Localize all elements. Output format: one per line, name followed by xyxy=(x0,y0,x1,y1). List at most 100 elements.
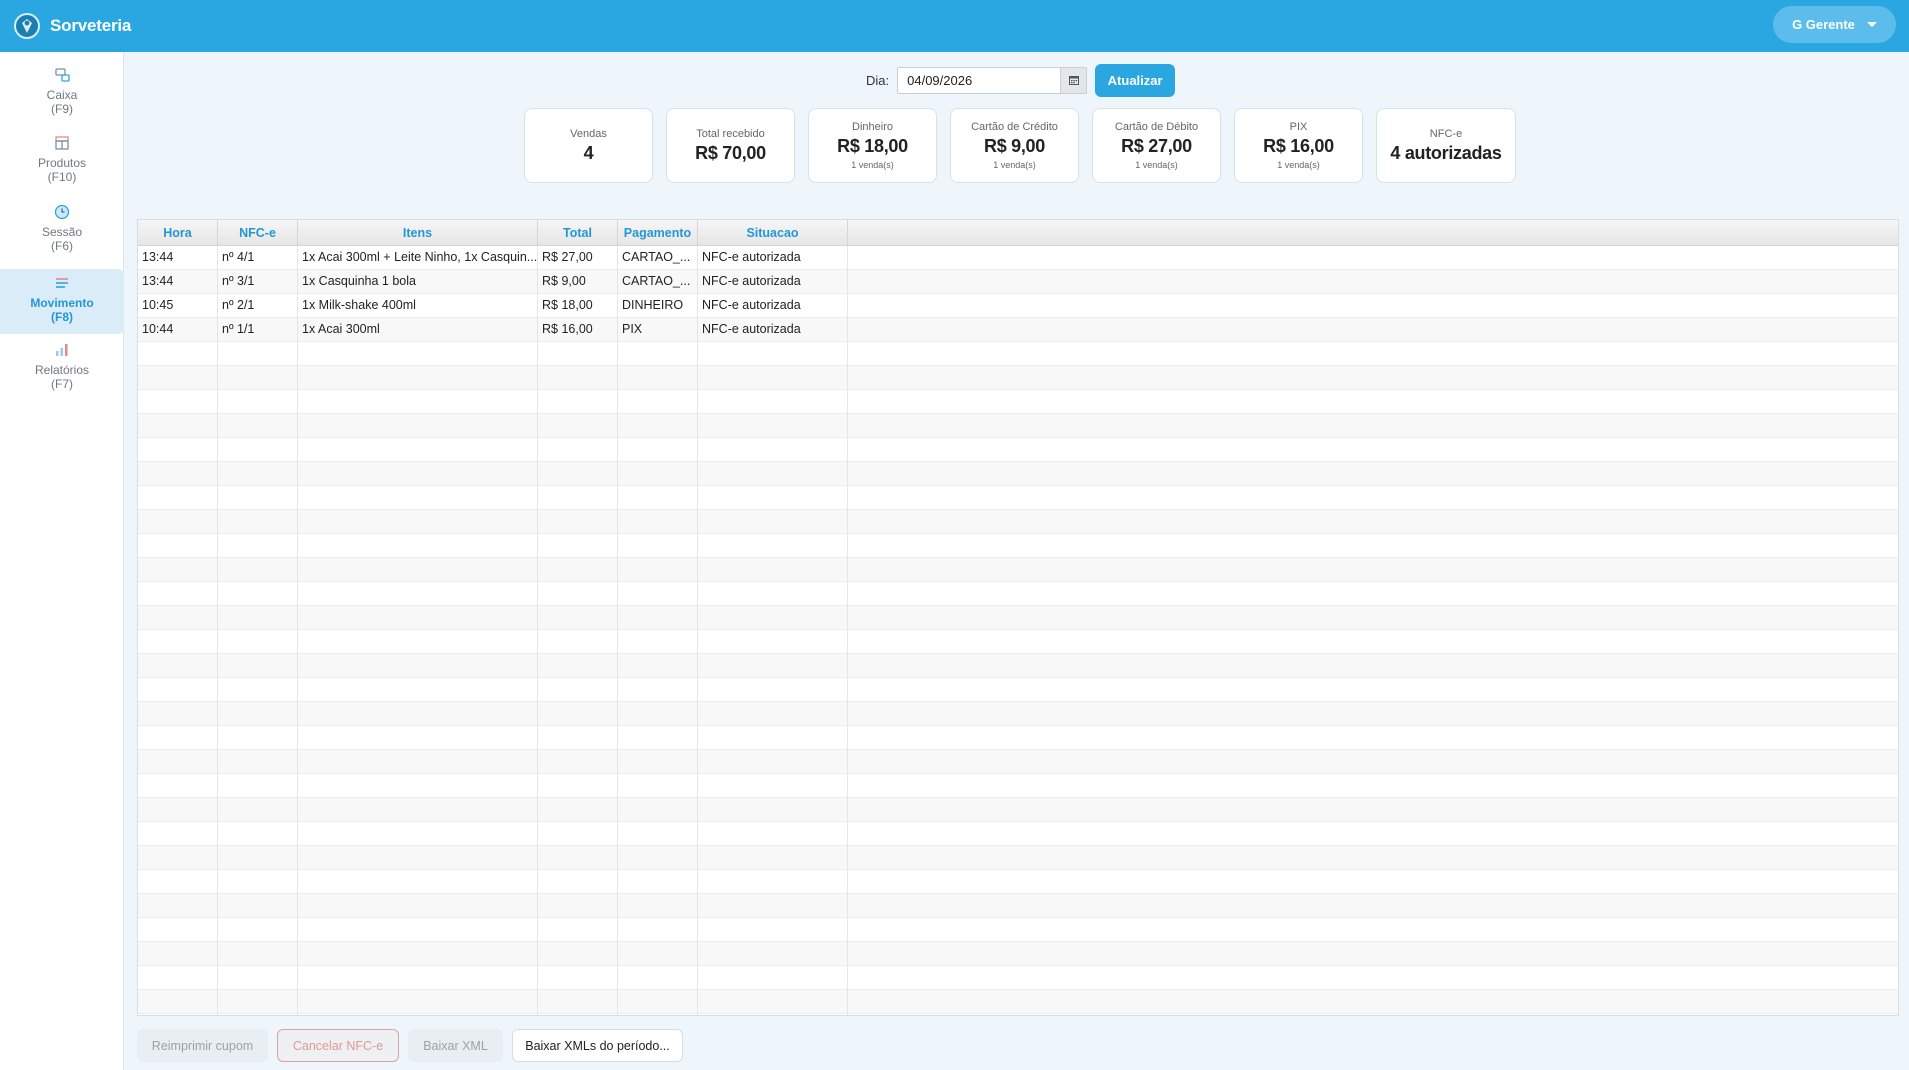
sidebar-item-label: Movimento xyxy=(30,296,94,310)
table-row xyxy=(138,894,1898,918)
sidebar-item-produtos[interactable]: Produtos (F10) xyxy=(0,134,124,194)
table-cell: 1x Acai 300ml + Leite Ninho, 1x Casquin.… xyxy=(302,250,538,264)
card-value: R$ 70,00 xyxy=(695,142,766,163)
card-label: NFC-e xyxy=(1429,127,1463,140)
table-cell: NFC-e autorizada xyxy=(702,274,801,288)
summary-card-pix: PIX R$ 16,00 1 venda(s) xyxy=(1234,108,1363,183)
table-row xyxy=(138,798,1898,822)
table-row xyxy=(138,558,1898,582)
date-input[interactable] xyxy=(898,67,1061,93)
table-row xyxy=(138,366,1898,390)
card-value: R$ 27,00 xyxy=(1121,136,1192,156)
date-label: Dia: xyxy=(866,72,890,88)
products-icon xyxy=(55,136,69,150)
sidebar-item-shortcut: (F9) xyxy=(51,102,73,116)
column-header-total[interactable]: Total xyxy=(538,220,618,246)
card-label: Cartão de Crédito xyxy=(971,121,1058,133)
download-xml-button[interactable]: Baixar XML xyxy=(408,1029,503,1062)
brand-logo-icon xyxy=(14,13,40,39)
table-row[interactable]: 13:44 nº 4/1 1x Acai 300ml + Leite Ninho, … xyxy=(138,246,1898,270)
sidebar-item-shortcut: (F8) xyxy=(51,310,73,324)
table-cell: 13:44 xyxy=(142,250,174,264)
column-header-situacao[interactable]: Situacao xyxy=(698,220,848,246)
column-header-pagamento[interactable]: Pagamento xyxy=(618,220,698,246)
sidebar-item-relatorios[interactable]: Relatórios (F7) xyxy=(0,341,124,401)
table-row[interactable]: 10:44 nº 1/1 1x Acai 300ml R$ 16,00 PIX NFC-e… xyxy=(138,318,1898,342)
refresh-button[interactable]: Atualizar xyxy=(1095,63,1176,97)
column-divider xyxy=(847,246,848,1015)
chevron-down-icon xyxy=(1866,22,1877,27)
action-bar: Reimprimir cupom Cancelar NFC-e Baixar X… xyxy=(137,1029,692,1062)
card-label: Total recebido xyxy=(696,127,765,140)
table-row xyxy=(138,870,1898,894)
card-subtext: 1 venda(s) xyxy=(993,160,1036,170)
table-cell: NFC-e autorizada xyxy=(702,322,801,336)
table-row xyxy=(138,678,1898,702)
sidebar-item-sessao[interactable]: Sessão (F6) xyxy=(0,203,124,263)
sidebar-item-label: Caixa xyxy=(46,88,78,102)
column-divider xyxy=(697,246,698,1015)
column-header-itens[interactable]: Itens xyxy=(298,220,538,246)
download-period-xmls-button[interactable]: Baixar XMLs do período... xyxy=(512,1029,683,1062)
table-cell: nº 2/1 xyxy=(222,298,255,312)
table-cell: CARTAO_... xyxy=(622,250,691,264)
sidebar-item-shortcut: (F7) xyxy=(51,377,73,391)
user-menu-button[interactable]: G Gerente xyxy=(1773,6,1896,43)
table-row xyxy=(138,990,1898,1014)
table-row xyxy=(138,390,1898,414)
card-label: Dinheiro xyxy=(852,121,893,133)
table-row[interactable]: 10:45 nº 2/1 1x Milk-shake 400ml R$ 18,00 DI… xyxy=(138,294,1898,318)
summary-card-dinheiro: Dinheiro R$ 18,00 1 venda(s) xyxy=(808,108,937,183)
date-filter: Dia: Atualizar xyxy=(866,63,1176,97)
table-row xyxy=(138,966,1898,990)
summary-card-cartao-debito: Cartão de Débito R$ 27,00 1 venda(s) xyxy=(1092,108,1221,183)
table-row xyxy=(138,486,1898,510)
calendar-button[interactable] xyxy=(1060,67,1087,93)
table-row xyxy=(138,582,1898,606)
column-header-nfce[interactable]: NFC-e xyxy=(218,220,298,246)
column-divider xyxy=(617,246,618,1015)
list-icon xyxy=(56,278,68,288)
table-cell: DINHEIRO xyxy=(622,298,684,312)
table-row xyxy=(138,462,1898,486)
card-value: R$ 9,00 xyxy=(984,136,1045,156)
card-label: Cartão de Débito xyxy=(1114,121,1199,133)
table-cell: 1x Acai 300ml xyxy=(302,322,380,336)
column-divider xyxy=(217,246,218,1015)
card-label: Vendas xyxy=(570,127,607,140)
cancel-nfce-button[interactable]: Cancelar NFC-e xyxy=(277,1029,399,1062)
top-bar: Sorveteria G Gerente xyxy=(0,0,1909,52)
date-picker xyxy=(897,66,1088,94)
table-row xyxy=(138,702,1898,726)
table-row xyxy=(138,630,1898,654)
table-row xyxy=(138,750,1898,774)
brand: Sorveteria xyxy=(14,13,131,39)
table-row[interactable]: 13:44 nº 3/1 1x Casquinha 1 bola R$ 9,00 CAR… xyxy=(138,270,1898,294)
card-value: 4 xyxy=(583,142,594,163)
table-cell: nº 1/1 xyxy=(222,322,255,336)
table-row xyxy=(138,342,1898,366)
cash-register-icon xyxy=(55,68,70,82)
sidebar: Caixa (F9) Produtos (F10) Sessão (F6) Mo… xyxy=(0,52,124,1070)
table-cell: nº 4/1 xyxy=(222,250,255,264)
card-subtext: 1 venda(s) xyxy=(851,160,894,170)
reprint-button[interactable]: Reimprimir cupom xyxy=(137,1029,268,1062)
column-header-hora[interactable]: Hora xyxy=(138,220,218,246)
table-cell: 13:44 xyxy=(142,274,174,288)
sidebar-item-caixa[interactable]: Caixa (F9) xyxy=(0,66,124,126)
table-cell: PIX xyxy=(622,322,643,336)
table-row xyxy=(138,654,1898,678)
table-cell: CARTAO_... xyxy=(622,274,691,288)
user-label: G Gerente xyxy=(1792,17,1855,32)
sidebar-item-movimento[interactable]: Movimento (F8) xyxy=(0,269,124,334)
sales-table: Hora NFC-e Itens Total Pagamento Situaca… xyxy=(137,219,1899,1016)
bar-chart-icon xyxy=(56,344,68,356)
summary-card-total-recebido: Total recebido R$ 70,00 xyxy=(666,108,795,183)
summary-card-vendas: Vendas 4 xyxy=(524,108,653,183)
sidebar-item-label: Produtos xyxy=(37,156,87,170)
table-cell: R$ 18,00 xyxy=(542,298,593,312)
table-row xyxy=(138,726,1898,750)
table-cell: 1x Milk-shake 400ml xyxy=(302,298,416,312)
table-row xyxy=(138,510,1898,534)
table-row xyxy=(138,942,1898,966)
